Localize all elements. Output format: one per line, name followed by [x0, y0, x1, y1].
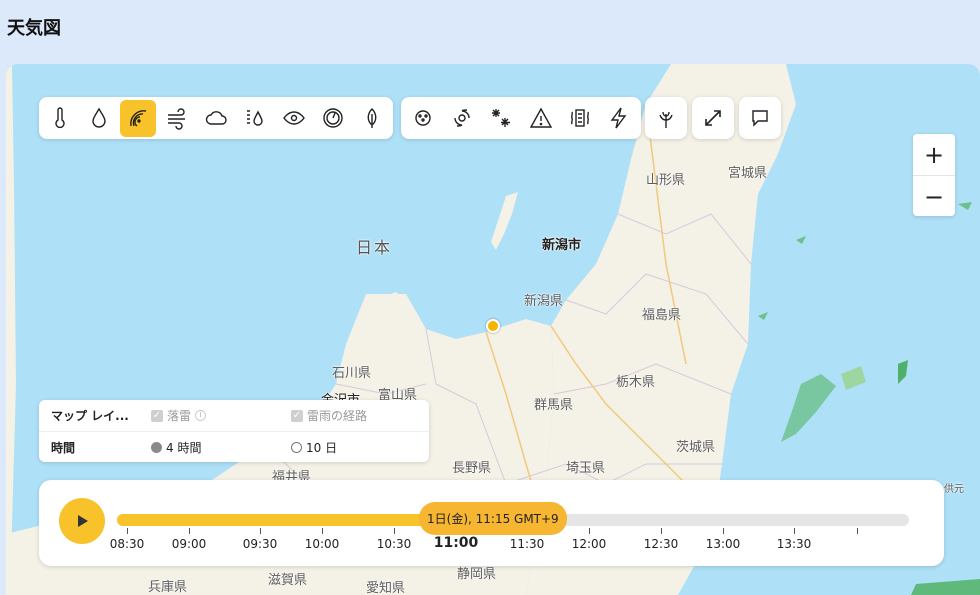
- map-layer-label[interactable]: マップ レイ...: [51, 407, 129, 424]
- map-label-niigata: 新潟県: [524, 294, 564, 309]
- timeline-tick: [661, 528, 662, 534]
- legend-row-layers: マップ レイ... ✓ 落雷 i ✓ 雷雨の経路: [39, 400, 429, 431]
- info-icon[interactable]: i: [195, 410, 207, 421]
- map-label-fukushima: 福島県: [642, 308, 682, 323]
- play-button[interactable]: [59, 498, 105, 544]
- lightning-checkbox[interactable]: ✓: [151, 409, 163, 422]
- map-label-miyagi: 宮城県: [728, 166, 768, 181]
- timeline-tick: [794, 528, 795, 534]
- visibility-eye-icon[interactable]: [276, 100, 312, 137]
- map-label-saitama: 埼玉県: [566, 461, 606, 476]
- map-label-niigata-city: 新潟市: [542, 238, 582, 253]
- time-label: 時間: [51, 441, 76, 455]
- timeline-tick: [127, 528, 128, 534]
- radio-4h-label: 4 時間: [166, 441, 202, 455]
- timeline-tick: [394, 528, 395, 534]
- map-label-tochigi: 栃木県: [616, 375, 656, 390]
- weather-map[interactable]: 日本 新潟市 山形県 宮城県 新潟県 福島県 石川県 金沢市 富山県 栃木県 群…: [6, 64, 980, 595]
- timeline-label[interactable]: 11:00: [434, 535, 479, 551]
- air-quality-icon[interactable]: [405, 100, 441, 137]
- map-label-shiga: 滋賀県: [268, 573, 308, 588]
- expand-control: [692, 97, 734, 139]
- timeline-label[interactable]: 09:30: [243, 537, 278, 551]
- timeline-panel: 08:30 09:00 09:30 10:00 10:30 11:00 11:30 12:00…: [39, 480, 944, 566]
- timeline-tick: [189, 528, 190, 534]
- location-marker[interactable]: [486, 319, 500, 333]
- map-legend: マップ レイ... ✓ 落雷 i ✓ 雷雨の経路 時間 4 時間 10 日: [39, 400, 429, 462]
- time-option-10d[interactable]: 10 日: [291, 439, 337, 456]
- timeline-label[interactable]: 08:30: [110, 537, 145, 551]
- storm-path-label: 雷雨の経路: [307, 409, 368, 423]
- snow-icon[interactable]: [483, 100, 519, 137]
- timeline-label[interactable]: 13:30: [777, 537, 812, 551]
- lightning-icon[interactable]: [601, 100, 637, 137]
- humidity-icon[interactable]: [237, 100, 273, 137]
- timeline-label[interactable]: 09:00: [172, 537, 207, 551]
- zoom-out-button[interactable]: −: [913, 175, 955, 217]
- pollen-icon[interactable]: [649, 100, 684, 137]
- storm-path-checkbox[interactable]: ✓: [291, 409, 303, 422]
- thermometer-icon[interactable]: [43, 100, 79, 137]
- map-label-hyogo: 兵庫県: [148, 580, 188, 595]
- lightning-option[interactable]: ✓ 落雷 i: [151, 407, 207, 424]
- map-label-ishikawa: 石川県: [332, 366, 372, 381]
- zoom-in-button[interactable]: +: [913, 134, 955, 175]
- timeline-label[interactable]: 11:30: [510, 537, 545, 551]
- radio-4h[interactable]: [151, 442, 162, 453]
- current-time-bubble[interactable]: 1日(金), 11:15 GMT+9: [419, 502, 567, 535]
- layer-toolbar-main: [39, 97, 393, 139]
- map-label-edge: 供元: [944, 484, 964, 495]
- pressure-gauge-icon[interactable]: [315, 100, 351, 137]
- feedback-icon[interactable]: [743, 100, 778, 137]
- timeline-tick: [857, 528, 858, 534]
- time-option-4h[interactable]: 4 時間: [151, 439, 201, 456]
- lightning-label: 落雷: [167, 409, 192, 423]
- wind-icon[interactable]: [159, 100, 195, 137]
- map-label-nagano: 長野県: [452, 461, 492, 476]
- timeline-tick: [260, 528, 261, 534]
- layer-toolbar-hazards: [401, 97, 641, 139]
- timeline-progress: [117, 514, 434, 526]
- droplet-icon[interactable]: [81, 100, 117, 137]
- map-label-ibaraki: 茨城県: [676, 440, 716, 455]
- storm-path-option[interactable]: ✓ 雷雨の経路: [291, 407, 367, 424]
- feedback-control: [739, 97, 781, 139]
- zoom-control: + −: [913, 134, 955, 216]
- map-label-yamagata: 山形県: [646, 173, 686, 188]
- play-icon: [78, 515, 88, 527]
- leaf-icon[interactable]: [354, 100, 390, 137]
- timeline-label[interactable]: 12:30: [644, 537, 679, 551]
- timeline-tick: [723, 528, 724, 534]
- timeline-tick: [589, 528, 590, 534]
- typhoon-icon[interactable]: [444, 100, 480, 137]
- page-title: 天気図: [7, 18, 61, 39]
- timeline-label[interactable]: 12:00: [572, 537, 607, 551]
- radio-10d-label: 10 日: [306, 441, 338, 455]
- timeline-label[interactable]: 10:30: [377, 537, 412, 551]
- map-label-aichi: 愛知県: [366, 581, 406, 595]
- warning-icon[interactable]: [522, 100, 558, 137]
- timeline-label[interactable]: 13:00: [706, 537, 741, 551]
- legend-row-time: 時間 4 時間 10 日: [39, 431, 429, 463]
- heatwave-icon[interactable]: [562, 100, 598, 137]
- radio-10d[interactable]: [291, 442, 302, 453]
- expand-icon[interactable]: [696, 100, 731, 137]
- radar-icon[interactable]: [120, 99, 157, 137]
- layer-toolbar-pollen: [645, 97, 687, 139]
- timeline-label[interactable]: 10:00: [305, 537, 340, 551]
- cloud-icon[interactable]: [198, 100, 234, 137]
- map-label-japan: 日本: [356, 238, 393, 257]
- map-label-gunma: 群馬県: [534, 398, 574, 413]
- timeline-tick: [322, 528, 323, 534]
